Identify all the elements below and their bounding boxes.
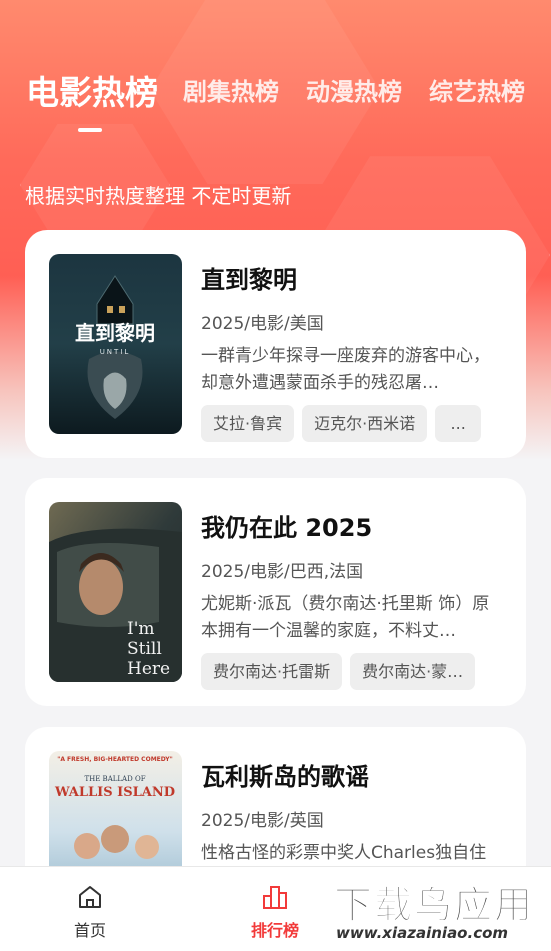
- cast-chip[interactable]: 费尔南达·托雷斯: [201, 653, 343, 690]
- poster-image: I'm Still Here: [49, 502, 182, 682]
- poster-subtitle: UNTIL: [100, 348, 131, 356]
- page-subtitle: 根据实时热度整理 不定时更新: [25, 184, 292, 208]
- poster-title-line: I'm: [127, 619, 155, 639]
- movie-description: 一群青少年探寻一座废弃的游客中心，却意外遭遇蒙面杀手的残忍屠…: [201, 346, 490, 393]
- tab-anime[interactable]: 动漫热榜: [306, 72, 402, 107]
- movie-title[interactable]: 瓦利斯岛的歌谣: [201, 757, 503, 792]
- poster-title-line: Here: [127, 659, 170, 679]
- tab-variety[interactable]: 综艺热榜: [429, 72, 525, 107]
- nav-home[interactable]: 首页: [30, 867, 150, 951]
- cast-chip[interactable]: 费尔南达·蒙…: [350, 653, 476, 690]
- movie-meta: 2025/电影/美国: [201, 314, 324, 334]
- movie-poster[interactable]: I'm Still Here: [49, 502, 182, 682]
- watermark-logo: 下载鸟应用 www.xiazainiao.com: [330, 870, 550, 948]
- tab-series[interactable]: 剧集热榜: [183, 72, 279, 107]
- movie-title[interactable]: 我仍在此 2025: [201, 508, 503, 543]
- cast-chips: 费尔南达·托雷斯 费尔南达·蒙…: [201, 653, 503, 690]
- poster-title: 直到黎明: [75, 321, 155, 345]
- cast-chips: 艾拉·鲁宾 迈克尔·西米诺 ...: [201, 405, 503, 442]
- movie-description: 尤妮斯·派瓦（费尔南达·托里斯 饰）原本拥有一个温馨的家庭，不料丈…: [201, 594, 490, 641]
- cast-more-chip[interactable]: ...: [435, 405, 482, 442]
- movie-card[interactable]: I'm Still Here 我仍在此 2025 2025/电影/巴西,法国 尤…: [25, 478, 526, 706]
- poster-title-line: Still: [127, 639, 162, 659]
- watermark-url: www.xiazainiao.com: [336, 924, 509, 942]
- ranking-icon: [263, 886, 287, 909]
- watermark-text: 下载鸟应用: [333, 883, 535, 928]
- movie-card[interactable]: 直到黎明 UNTIL 直到黎明 2025/电影/美国 一群青少年探寻一座废弃的游…: [25, 230, 526, 458]
- nav-ranking[interactable]: 排行榜: [215, 867, 335, 951]
- movie-poster[interactable]: 直到黎明 UNTIL: [49, 254, 182, 434]
- nav-home-label: 首页: [73, 921, 106, 940]
- movie-title[interactable]: 直到黎明: [201, 260, 503, 295]
- cast-chip[interactable]: 艾拉·鲁宾: [201, 405, 295, 442]
- movie-meta: 2025/电影/巴西,法国: [201, 562, 364, 582]
- tab-indicator: [78, 128, 102, 132]
- category-tabs: 电影热榜 剧集热榜 动漫热榜 综艺热榜: [26, 72, 536, 132]
- poster-image: 直到黎明 UNTIL: [49, 254, 182, 434]
- poster-title-line: THE BALLAD OF: [84, 775, 145, 783]
- home-icon: [79, 886, 101, 908]
- nav-ranking-label: 排行榜: [250, 921, 299, 940]
- movie-meta: 2025/电影/英国: [201, 811, 324, 831]
- tab-movies[interactable]: 电影热榜: [26, 66, 158, 114]
- poster-title-line: WALLIS ISLAND: [54, 785, 175, 800]
- poster-quote: "A FRESH, BIG-HEARTED COMEDY": [57, 756, 173, 763]
- cast-chip[interactable]: 迈克尔·西米诺: [302, 405, 428, 442]
